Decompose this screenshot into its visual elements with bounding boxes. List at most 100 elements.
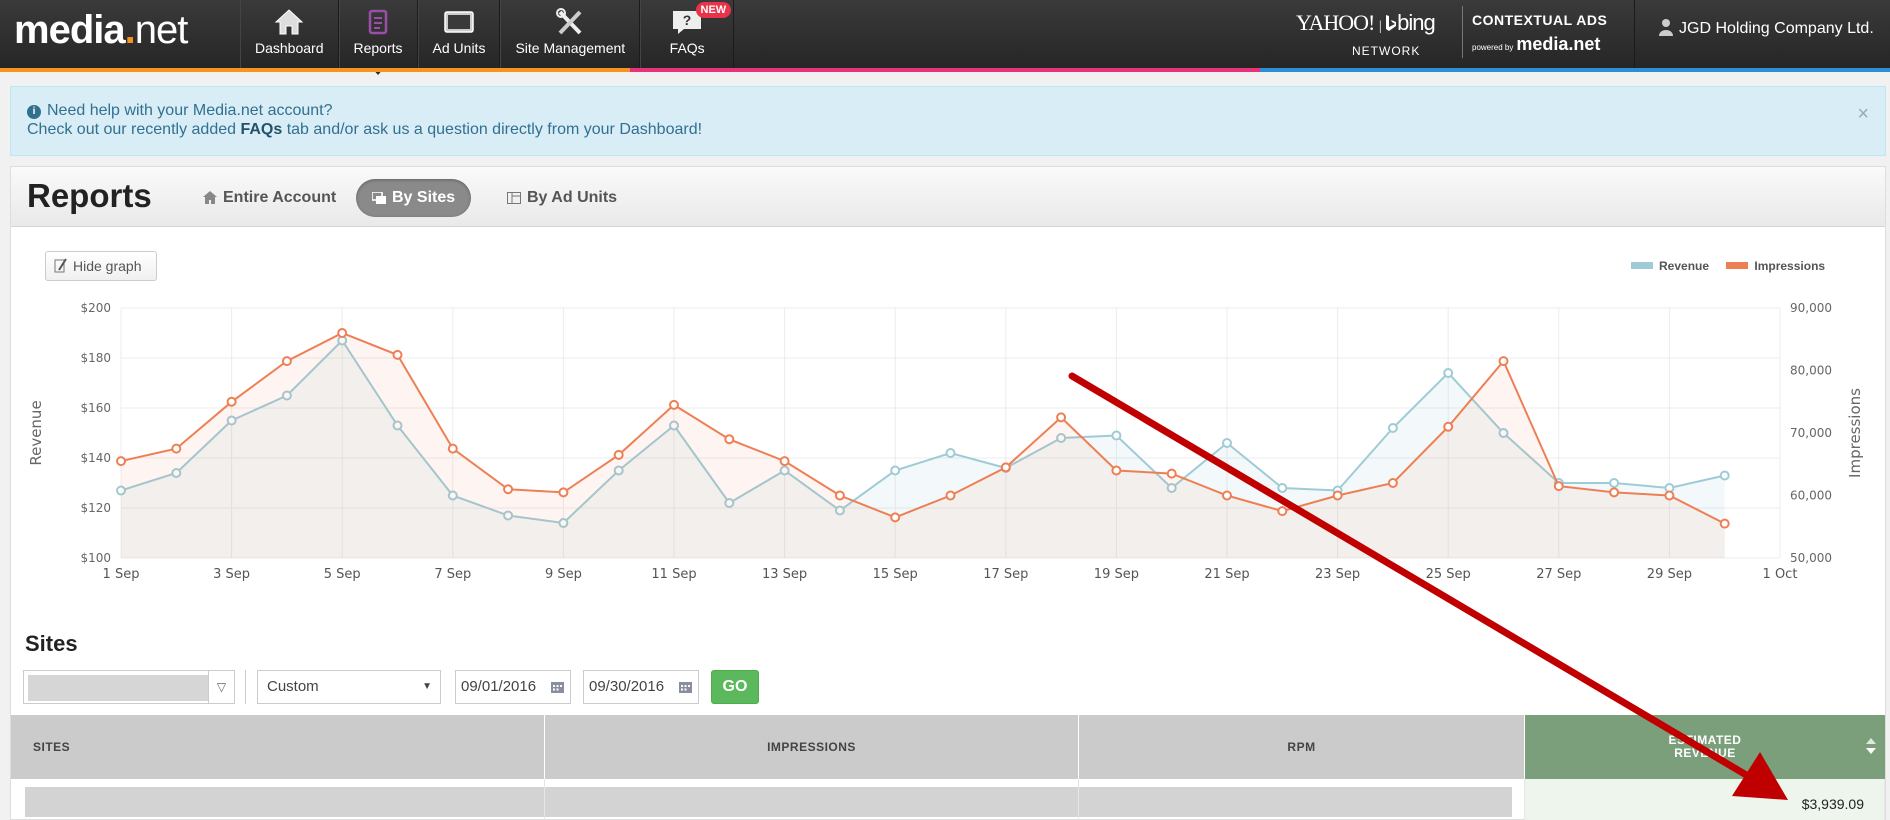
data-point-revenue bbox=[1111, 430, 1122, 441]
data-point-impressions bbox=[1609, 487, 1620, 498]
column-header-sites[interactable]: SITES bbox=[11, 715, 545, 779]
data-point-impressions bbox=[1056, 412, 1067, 423]
tab-by-ad-units[interactable]: By Ad Units bbox=[491, 179, 633, 217]
calendar-icon[interactable] bbox=[679, 680, 692, 693]
x-tick-label: 15 Sep bbox=[873, 567, 918, 582]
data-point-revenue bbox=[1609, 478, 1620, 488]
site-selector[interactable]: ▽ bbox=[23, 670, 235, 704]
y-right-tick-label: 90,000 bbox=[1790, 301, 1832, 315]
x-tick-label: 23 Sep bbox=[1315, 567, 1360, 582]
table-row[interactable]: $3,939.09 bbox=[11, 779, 1885, 820]
cell-rpm bbox=[1079, 779, 1525, 820]
data-point-revenue bbox=[1277, 483, 1288, 493]
legend-swatch-impressions bbox=[1726, 262, 1749, 269]
data-point-impressions bbox=[1553, 481, 1564, 492]
nav-item-dashboard[interactable]: Dashboard bbox=[240, 0, 339, 68]
nav-item-faqs[interactable]: ? FAQs NEW bbox=[640, 0, 735, 68]
x-tick-label: 1 Oct bbox=[1763, 567, 1798, 582]
data-point-impressions bbox=[1332, 490, 1343, 501]
contextual-ads-label: CONTEXTUAL ADS bbox=[1472, 12, 1608, 28]
close-icon[interactable]: × bbox=[1857, 104, 1869, 124]
x-tick-label: 19 Sep bbox=[1094, 567, 1139, 582]
filter-divider bbox=[245, 670, 246, 704]
data-point-impressions bbox=[669, 399, 679, 410]
data-point-impressions bbox=[613, 449, 624, 460]
nav-item-site-management[interactable]: Site Management bbox=[500, 0, 641, 68]
column-header-estimated-revenue[interactable]: ESTIMATED REVENUE bbox=[1525, 715, 1885, 779]
x-tick-label: 25 Sep bbox=[1426, 567, 1471, 582]
end-date-field[interactable]: 09/30/2016 bbox=[583, 670, 699, 704]
calendar-icon[interactable] bbox=[551, 680, 564, 693]
nav-item-reports[interactable]: Reports bbox=[338, 0, 418, 75]
legend-impressions[interactable]: Impressions bbox=[1726, 259, 1825, 273]
brand-color-strip bbox=[0, 68, 1890, 72]
column-header-rpm[interactable]: RPM bbox=[1079, 715, 1525, 779]
home-icon bbox=[203, 191, 217, 204]
user-name: JGD Holding Company Ltd. bbox=[1679, 20, 1874, 37]
faqs-link[interactable]: FAQs bbox=[240, 121, 282, 138]
help-alert: i Need help with your Media.net account? … bbox=[10, 86, 1886, 156]
data-point-impressions bbox=[1443, 421, 1454, 432]
alert-text-1: Need help with your Media.net account? bbox=[47, 102, 333, 119]
nav-label: Reports bbox=[353, 40, 403, 56]
data-point-revenue bbox=[1387, 423, 1398, 433]
tab-label: Entire Account bbox=[223, 189, 337, 206]
x-tick-label: 3 Sep bbox=[213, 567, 250, 582]
yahoo-text: YAHOO! bbox=[1296, 10, 1375, 35]
info-icon: i bbox=[27, 105, 41, 119]
logo-text-net: net bbox=[134, 8, 189, 52]
data-point-impressions bbox=[558, 487, 569, 498]
data-point-revenue bbox=[1719, 470, 1730, 481]
alert-line-2: Check out our recently added FAQs tab an… bbox=[27, 120, 1885, 139]
x-tick-label: 21 Sep bbox=[1204, 567, 1249, 582]
redacted-site-name bbox=[25, 787, 544, 817]
chart-legend: Revenue Impressions bbox=[1631, 259, 1839, 273]
data-point-impressions bbox=[890, 512, 901, 523]
tab-by-sites[interactable]: By Sites bbox=[356, 179, 472, 217]
powered-by-text: powered by bbox=[1472, 43, 1514, 52]
tools-icon bbox=[556, 8, 582, 35]
x-tick-label: 13 Sep bbox=[762, 567, 807, 582]
date-range-value: Custom bbox=[267, 678, 319, 695]
data-point-impressions bbox=[1719, 518, 1730, 529]
strip-blue bbox=[1260, 68, 1890, 72]
nav-label: FAQs bbox=[669, 40, 705, 56]
svg-text:?: ? bbox=[683, 12, 692, 28]
data-point-impressions bbox=[834, 490, 845, 501]
redacted-impressions bbox=[545, 787, 1078, 817]
y-right-tick-label: 80,000 bbox=[1790, 364, 1832, 378]
medianet-logo[interactable]: media.net bbox=[14, 8, 189, 53]
data-point-impressions bbox=[724, 434, 735, 445]
caret-down-icon: ▼ bbox=[422, 681, 432, 692]
document-icon bbox=[368, 9, 388, 35]
nav-label: Site Management bbox=[515, 40, 626, 56]
bing-text: bing bbox=[1397, 10, 1436, 35]
go-button[interactable]: GO bbox=[711, 670, 759, 704]
start-date-field[interactable]: 09/01/2016 bbox=[455, 670, 571, 704]
data-point-revenue bbox=[1443, 368, 1454, 378]
network-label: NETWORK bbox=[1352, 44, 1421, 58]
alert-line-1: i Need help with your Media.net account? bbox=[27, 101, 1885, 120]
windows-icon bbox=[371, 191, 386, 204]
legend-revenue[interactable]: Revenue bbox=[1631, 259, 1709, 273]
tab-entire-account[interactable]: Entire Account bbox=[187, 179, 352, 217]
data-point-impressions bbox=[116, 456, 126, 467]
start-date-value: 09/01/2016 bbox=[461, 678, 537, 695]
user-menu[interactable]: JGD Holding Company Ltd. bbox=[1634, 0, 1874, 68]
hide-graph-button[interactable]: Hide graph bbox=[45, 251, 157, 281]
logo-text-main: media bbox=[14, 8, 126, 52]
data-point-impressions bbox=[392, 349, 403, 360]
alert-text-2a: Check out our recently added bbox=[27, 121, 241, 138]
y-left-tick-label: $200 bbox=[80, 301, 111, 315]
cell-estimated-revenue: $3,939.09 bbox=[1525, 779, 1885, 820]
powered-by-label: powered by media.net bbox=[1472, 34, 1600, 55]
new-badge: NEW bbox=[695, 2, 732, 18]
y-left-tick-label: $140 bbox=[80, 451, 111, 465]
x-tick-label: 11 Sep bbox=[651, 567, 696, 582]
column-header-impressions[interactable]: IMPRESSIONS bbox=[545, 715, 1079, 779]
sort-icon[interactable] bbox=[1865, 737, 1877, 755]
logo-dot: . bbox=[124, 8, 136, 52]
y-left-tick-label: $160 bbox=[80, 401, 111, 415]
nav-item-ad-units[interactable]: Ad Units bbox=[417, 0, 501, 68]
date-range-select[interactable]: Custom ▼ bbox=[257, 670, 441, 704]
